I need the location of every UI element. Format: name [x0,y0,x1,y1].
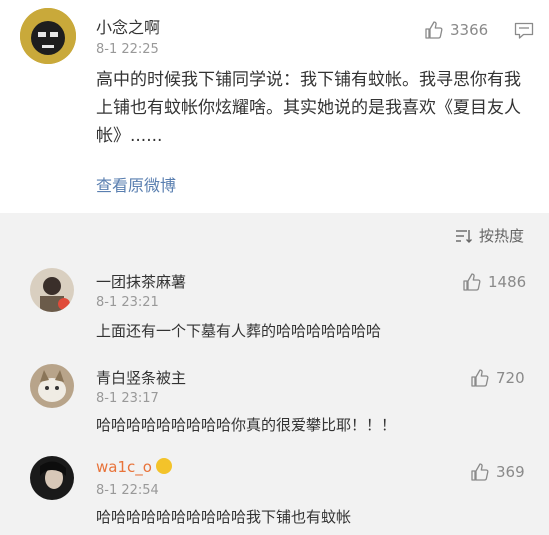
avatar-image [30,364,74,408]
timestamp: 8-1 22:25 [96,42,159,57]
like-count: 3366 [450,21,489,39]
reply-text: 上面还有一个下墓有人葬的哈哈哈哈哈哈哈 [96,322,382,340]
like-button[interactable]: 3366 [424,20,488,40]
like-count: 720 [496,369,525,387]
sort-icon [456,229,472,243]
post-text: 高中的时候我下铺同学说：我下铺有蚊帐。我寻思你有我上铺也有蚊帐你炫耀啥。其实她说… [96,70,521,146]
username[interactable]: wa1c_o [96,457,172,476]
like-count: 369 [496,463,525,481]
comment-icon [514,22,534,39]
like-button[interactable]: 369 [470,462,525,482]
username[interactable]: 一团抹茶麻薯 [96,271,186,292]
avatar-image [30,456,74,500]
avatar[interactable] [30,268,74,312]
sort-label: 按热度 [479,227,525,245]
emoji-badge-icon [155,457,172,474]
timestamp: 8-1 23:17 [96,391,159,406]
avatar-image [20,8,76,64]
username-text: wa1c_o [96,458,152,476]
username[interactable]: 小念之啊 [96,14,160,38]
comment-button[interactable] [514,22,534,44]
like-count: 1486 [488,273,527,291]
timestamp: 8-1 22:54 [96,483,159,498]
main-post: 小念之啊 8-1 22:25 3366 高中的时候我下铺同学说：我下铺有蚊帐。我… [0,0,549,213]
thumbs-up-icon [463,273,481,291]
avatar[interactable] [20,8,76,64]
thumbs-up-icon [425,21,443,39]
sort-button[interactable]: 按热度 [455,225,524,246]
avatar[interactable] [30,364,74,408]
thumbs-up-icon [471,463,489,481]
username[interactable]: 青白竖条被主 [96,367,186,388]
like-button[interactable]: 1486 [462,272,526,292]
like-button[interactable]: 720 [470,368,525,388]
view-original-link[interactable]: 查看原微博 [96,172,176,196]
timestamp: 8-1 23:21 [96,295,159,310]
reply-text: 哈哈哈哈哈哈哈哈哈你真的很爱攀比耶！！！ [96,416,397,434]
avatar-image [30,268,74,312]
reply-text: 哈哈哈哈哈哈哈哈哈哈我下铺也有蚊帐 [96,508,352,526]
avatar[interactable] [30,456,74,500]
thumbs-up-icon [471,369,489,387]
